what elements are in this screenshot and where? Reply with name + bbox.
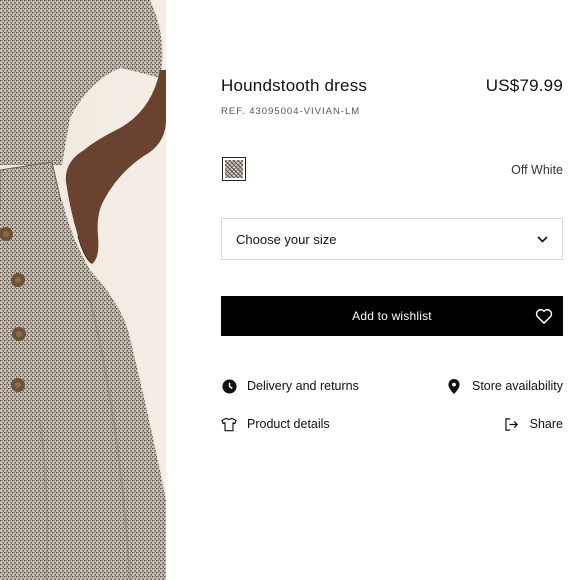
product-details-link[interactable]: Product details [221,416,330,432]
store-availability-link[interactable]: Store availability [446,378,563,394]
add-to-wishlist-button[interactable]: Add to wishlist [221,296,563,336]
swatch-pattern [225,160,243,178]
share-icon [504,416,520,432]
size-select-label: Choose your size [236,231,337,247]
product-details-label: Product details [247,417,330,431]
color-swatch[interactable] [222,157,246,181]
chevron-down-icon [536,233,548,245]
tshirt-icon [221,416,237,432]
store-availability-label: Store availability [471,379,563,393]
delivery-and-returns-link[interactable]: Delivery and returns [221,378,359,394]
product-image[interactable] [0,0,166,580]
clock-icon [221,378,237,394]
share-label: Share [529,417,563,431]
product-reference: REF. 43095004-VIVIAN-LM [221,106,361,117]
selected-color-name: Off White [511,163,563,177]
share-link[interactable]: Share [504,416,563,432]
wishlist-button-label: Add to wishlist [352,309,432,323]
product-price: US$79.99 [485,76,563,95]
size-select[interactable]: Choose your size [221,218,563,260]
delivery-and-returns-label: Delivery and returns [247,379,359,393]
heart-icon[interactable] [534,306,554,326]
location-pin-icon [446,378,462,394]
dress-illustration [0,0,166,580]
product-title: Houndstooth dress [221,76,368,95]
